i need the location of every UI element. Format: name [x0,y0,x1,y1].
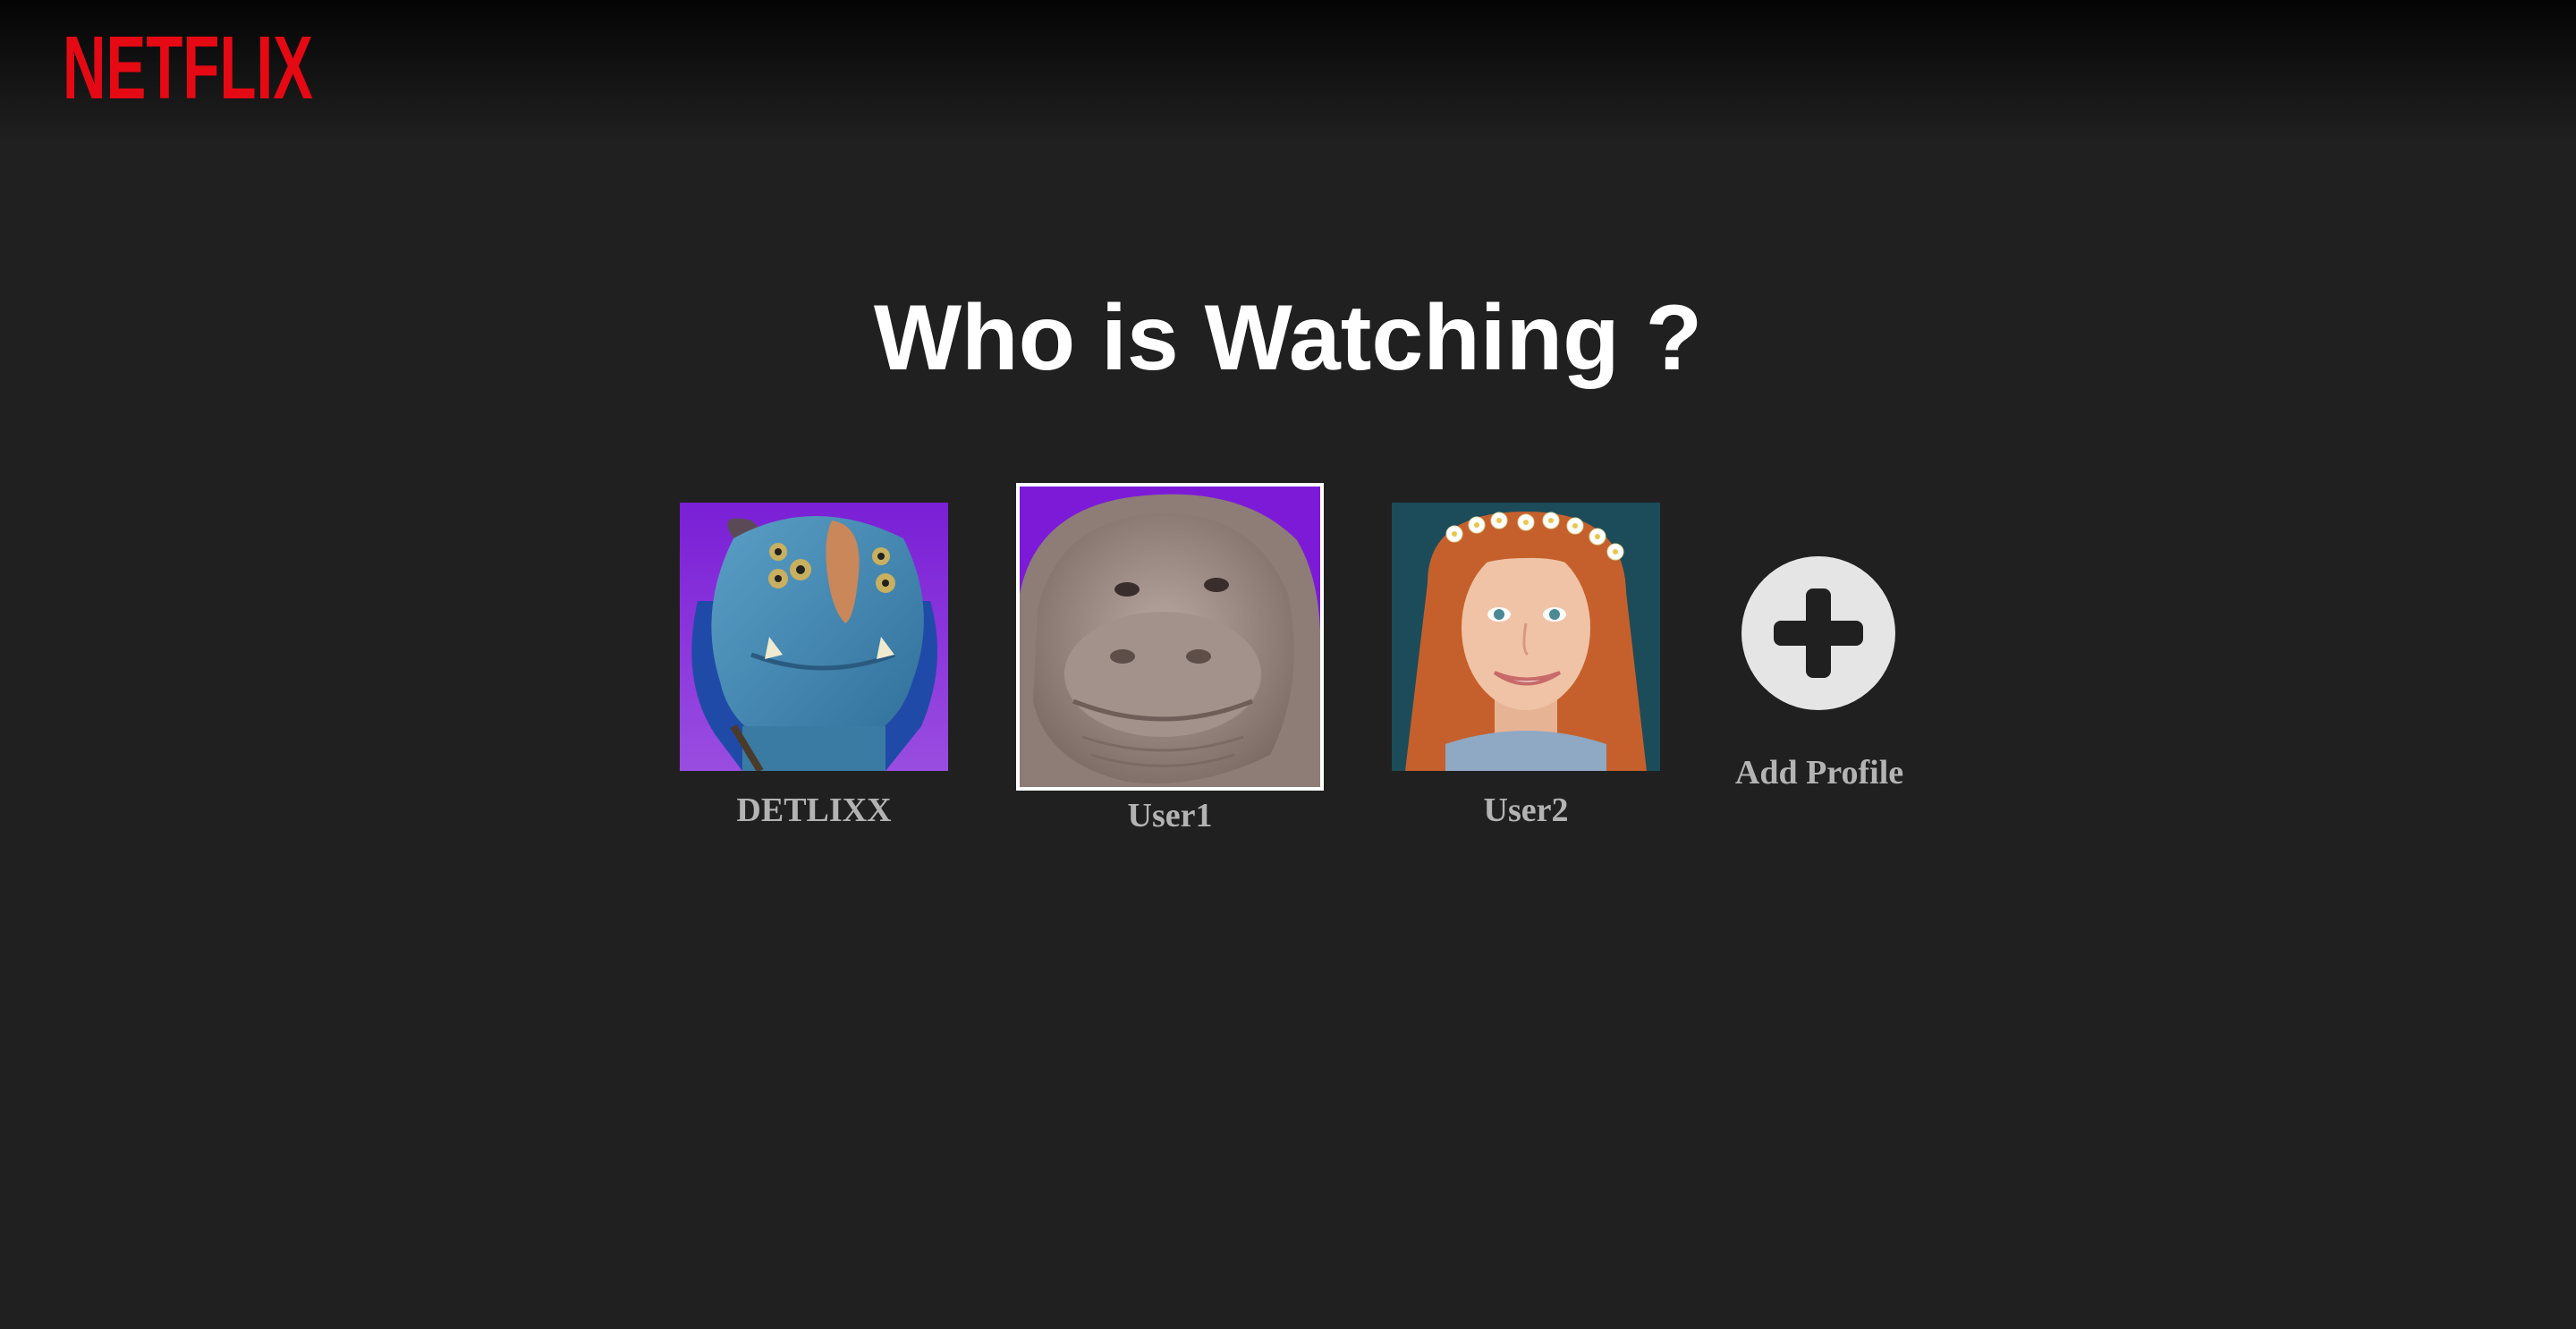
blue-troll-avatar[interactable] [680,503,948,771]
hippo-creature-avatar[interactable] [1016,483,1324,791]
page-title: Who is Watching ? [873,286,1703,390]
profile-name: User2 [1483,791,1569,829]
profile-name: DETLIXX [736,791,892,829]
add-profile-circle[interactable] [1741,556,1895,710]
profile-user1[interactable]: User1 [1016,483,1324,844]
profile-detlixx[interactable]: DETLIXX [680,503,948,842]
profile-user2[interactable]: User2 [1392,503,1660,842]
profile-name: User1 [1127,797,1213,834]
add-profile-label: Add Profile [1734,754,1904,791]
red-haired-woman-avatar[interactable] [1392,503,1660,771]
netflix-logo-text: NETFLIX [63,27,313,104]
header-bar: NETFLIX [0,0,2576,143]
plus-icon [1774,588,1863,678]
netflix-logo[interactable]: NETFLIX [61,27,316,104]
add-profile-button[interactable]: Add Profile [1730,554,1909,805]
